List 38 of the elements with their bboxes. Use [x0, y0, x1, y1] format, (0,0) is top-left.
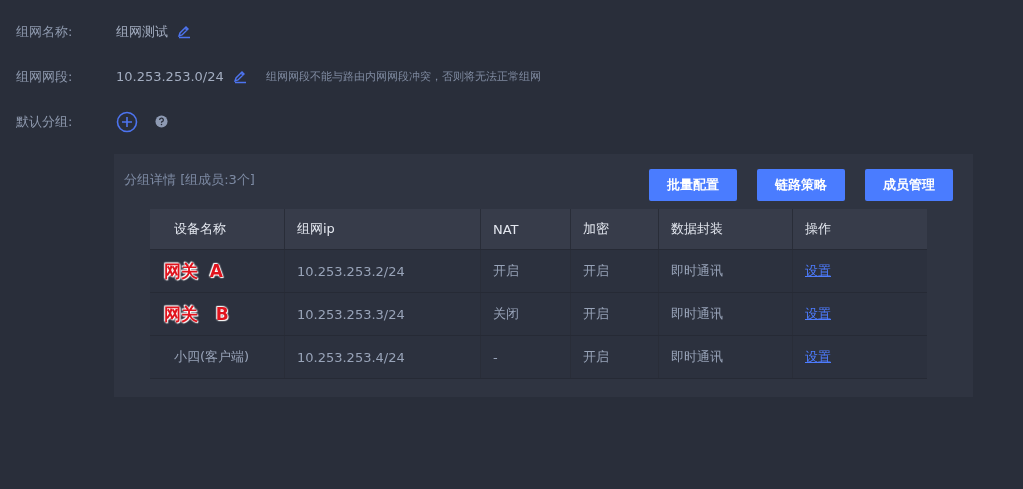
annotation-label: 网关 B	[164, 302, 229, 326]
column-header: 组网ip	[285, 209, 481, 249]
action-button[interactable]: 批量配置	[649, 169, 737, 201]
column-header: NAT	[481, 209, 571, 249]
table-cell: 10.253.253.3/24	[297, 306, 405, 322]
add-icon[interactable]	[116, 110, 138, 133]
table-cell: 开启	[583, 305, 609, 323]
table-cell: 关闭	[493, 305, 519, 323]
field-label: 组网网段:	[16, 67, 74, 86]
settings-link[interactable]: 设置	[805, 262, 831, 280]
field-label: 组网名称:	[16, 22, 74, 41]
field-label: 默认分组:	[16, 112, 74, 131]
column-header: 设备名称	[150, 209, 285, 249]
help-icon[interactable]	[155, 115, 168, 128]
edit-icon[interactable]	[231, 68, 248, 85]
table-cell: 开启	[583, 262, 609, 280]
settings-link[interactable]: 设置	[805, 348, 831, 366]
table-cell: 即时通讯	[671, 262, 723, 280]
table-cell: -	[493, 349, 498, 365]
table-cell: 10.253.253.4/24	[297, 349, 405, 365]
table-cell: 10.253.253.2/24	[297, 263, 405, 279]
table-cell: 开启	[583, 348, 609, 366]
edit-icon[interactable]	[176, 23, 192, 40]
action-button[interactable]: 成员管理	[865, 169, 953, 201]
action-button[interactable]: 链路策略	[757, 169, 845, 201]
field-value: 10.253.253.0/24	[116, 69, 224, 84]
column-header: 数据封装	[659, 209, 793, 249]
hint-text: 组网网段不能与路由内网网段冲突，否则将无法正常组网	[265, 69, 541, 84]
field-value: 组网测试	[116, 22, 168, 41]
table-cell: 小四(客户端)	[174, 348, 250, 366]
column-header: 加密	[571, 209, 659, 249]
table-cell: 即时通讯	[671, 305, 723, 323]
column-header: 操作	[804, 220, 832, 238]
panel-title: 分组详情 [组成员:3个]	[124, 171, 255, 189]
table-cell: 即时通讯	[671, 348, 723, 366]
table-cell: 开启	[493, 262, 519, 280]
annotation-label: 网关 A	[164, 259, 223, 283]
settings-link[interactable]: 设置	[805, 305, 831, 323]
